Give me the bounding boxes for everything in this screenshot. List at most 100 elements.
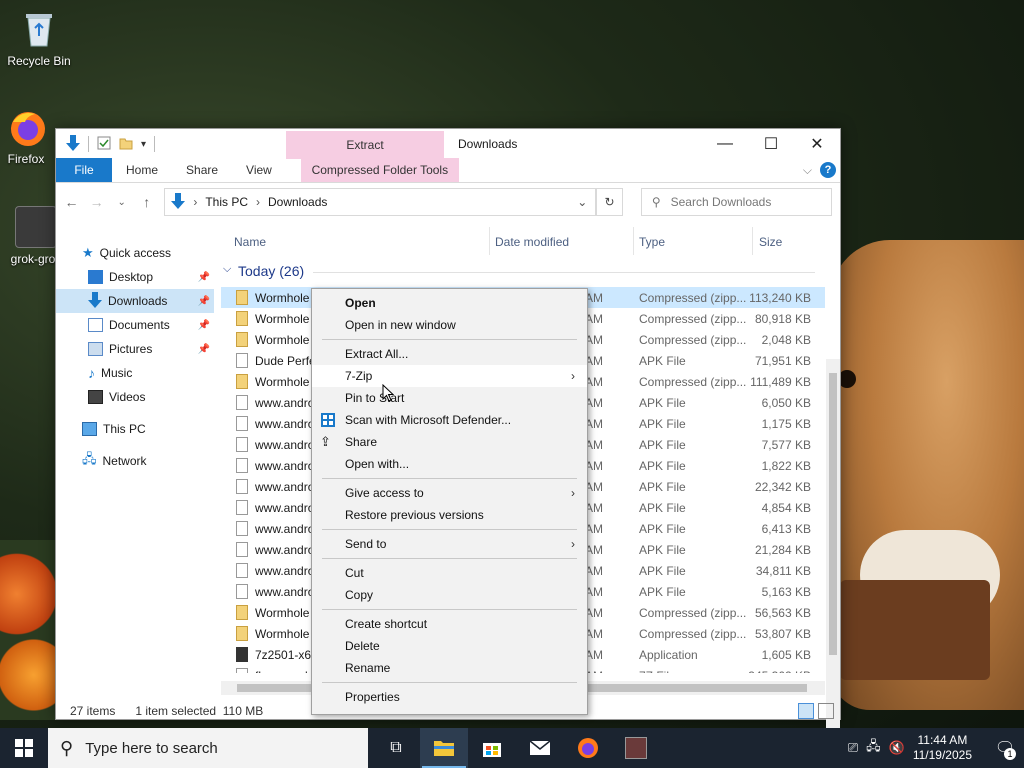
menu-item-label: Copy — [345, 588, 374, 602]
nav-this-pc[interactable]: This PC — [56, 417, 214, 441]
up-arrow-icon[interactable]: ↑ — [139, 194, 154, 210]
file-name: www.andro — [255, 480, 315, 494]
volume-muted-icon[interactable]: 🔇 — [889, 740, 905, 756]
nav-quick-access[interactable]: ★ Quick access — [56, 241, 214, 265]
menu-item-create-shortcut[interactable]: Create shortcut — [312, 613, 587, 635]
taskbar-search-box[interactable]: ⚲ Type here to search — [48, 728, 368, 768]
menu-item-label: Share — [345, 435, 378, 449]
network-icon[interactable]: 🖧 — [866, 737, 881, 759]
nav-label: Videos — [109, 390, 146, 404]
nav-documents[interactable]: Documents 📌 — [56, 313, 214, 337]
file-icon — [236, 395, 248, 410]
menu-item-pin-to-start[interactable]: Pin to Start — [312, 387, 587, 409]
taskbar-microsoft-store[interactable] — [468, 728, 516, 768]
menu-item-delete[interactable]: Delete — [312, 635, 587, 657]
breadcrumb-this-pc[interactable]: This PC — [205, 195, 248, 209]
group-header-today[interactable]: ⌵ Today (26) — [221, 261, 825, 283]
nav-music[interactable]: ♪ Music — [56, 361, 214, 385]
file-type: APK File — [639, 396, 686, 410]
back-arrow-icon[interactable]: ← — [64, 194, 79, 210]
menu-item-rename[interactable]: Rename — [312, 657, 587, 679]
taskbar-media-app[interactable] — [612, 728, 660, 768]
address-dropdown-chevron-icon[interactable]: ⌄ — [577, 195, 587, 209]
file-name: www.andro — [255, 438, 315, 452]
menu-separator — [322, 609, 577, 610]
forward-arrow-icon[interactable]: → — [89, 194, 104, 210]
properties-checkbox-icon[interactable] — [97, 136, 111, 153]
menu-item-give-access-to[interactable]: Give access to › — [312, 482, 587, 504]
column-date-modified[interactable]: Date modified — [495, 235, 569, 249]
file-type: Compressed (zipp... — [639, 333, 747, 347]
wallpaper-bench — [840, 580, 990, 680]
taskbar-file-explorer[interactable] — [420, 728, 468, 768]
pin-icon: 📌 — [197, 343, 210, 355]
menu-item-open-in-new-window[interactable]: Open in new window — [312, 314, 587, 336]
taskbar-mail[interactable] — [516, 728, 564, 768]
tab-view[interactable]: View — [232, 158, 286, 182]
desktop-icon-recycle-bin[interactable]: Recycle Bin — [1, 8, 77, 68]
nav-network[interactable]: 🖧 Network — [56, 449, 214, 473]
minimize-button[interactable]: — — [702, 129, 748, 159]
video-thumbnail-icon — [15, 206, 57, 248]
address-bar[interactable]: › This PC › Downloads ⌄ — [164, 188, 597, 216]
clock[interactable]: 11:44 AM 11/19/2025 — [913, 733, 972, 763]
menu-item-copy[interactable]: Copy — [312, 584, 587, 606]
menu-item-scan-with-microsoft-defender[interactable]: Scan with Microsoft Defender... — [312, 409, 587, 431]
menu-separator — [322, 529, 577, 530]
search-icon: ⚲ — [60, 737, 74, 758]
customize-toolbar-chevron-icon[interactable]: ▾ — [141, 139, 146, 150]
taskbar-firefox[interactable] — [564, 728, 612, 768]
action-center-button[interactable]: 🗨 1 — [986, 728, 1024, 768]
contextual-tab-group[interactable]: Extract — [286, 131, 444, 159]
collapse-chevron-icon[interactable]: ⌵ — [223, 263, 231, 276]
file-size: 1,605 KB — [761, 648, 811, 662]
file-icon — [236, 563, 248, 578]
menu-item-properties[interactable]: Properties — [312, 686, 587, 708]
tab-file[interactable]: File — [56, 158, 112, 182]
search-box[interactable]: ⚲ Search Downloads — [640, 188, 832, 216]
tab-compressed-folder-tools[interactable]: Compressed Folder Tools — [300, 158, 459, 182]
help-icon[interactable]: ? — [820, 162, 836, 178]
scrollbar-thumb[interactable] — [829, 373, 837, 655]
application-icon — [236, 647, 248, 662]
close-button[interactable]: ✕ — [794, 129, 840, 159]
new-folder-icon[interactable] — [119, 136, 133, 153]
nav-desktop[interactable]: Desktop 📌 — [56, 265, 214, 289]
share-icon: ⇪ — [320, 434, 331, 449]
nav-pictures[interactable]: Pictures 📌 — [56, 337, 214, 361]
breadcrumb-downloads[interactable]: Downloads — [268, 195, 327, 209]
file-size: 21,284 KB — [754, 543, 811, 557]
column-size[interactable]: Size — [759, 235, 782, 249]
menu-item-restore-previous-versions[interactable]: Restore previous versions — [312, 504, 587, 526]
expand-ribbon-chevron-icon[interactable]: ⌵ — [803, 163, 812, 178]
submenu-arrow-icon: › — [571, 369, 575, 383]
store-icon — [483, 743, 501, 757]
tab-home[interactable]: Home — [112, 158, 172, 182]
downloads-folder-icon — [171, 192, 186, 212]
menu-item-cut[interactable]: Cut — [312, 562, 587, 584]
details-view-icon[interactable] — [798, 703, 814, 719]
menu-item-send-to[interactable]: Send to › — [312, 533, 587, 555]
maximize-button[interactable]: ☐ — [748, 129, 794, 159]
nav-downloads[interactable]: Downloads 📌 — [56, 289, 214, 313]
tab-share[interactable]: Share — [172, 158, 232, 182]
start-button[interactable] — [0, 728, 48, 768]
menu-item-open[interactable]: Open — [312, 292, 587, 314]
menu-item-share[interactable]: ⇪ Share — [312, 431, 587, 453]
down-arrow-icon[interactable] — [66, 134, 80, 154]
task-view-button[interactable]: ⧉ — [372, 728, 420, 768]
menu-item-extract-all[interactable]: Extract All... — [312, 343, 587, 365]
file-type: APK File — [639, 543, 686, 557]
menu-item-7-zip[interactable]: 7-Zip › — [312, 365, 587, 387]
zip-folder-icon — [236, 374, 248, 389]
meet-now-icon[interactable]: ⎚ — [848, 740, 858, 756]
column-type[interactable]: Type — [639, 235, 665, 249]
menu-item-open-with[interactable]: Open with... — [312, 453, 587, 475]
nav-videos[interactable]: Videos — [56, 385, 214, 409]
recent-locations-chevron-icon[interactable]: ⌄ — [114, 197, 129, 208]
refresh-button[interactable]: ↻ — [596, 188, 623, 216]
column-name[interactable]: Name — [234, 235, 266, 249]
file-size: 71,951 KB — [754, 354, 811, 368]
window-title: Downloads — [458, 137, 518, 151]
large-icons-view-icon[interactable] — [818, 703, 834, 719]
